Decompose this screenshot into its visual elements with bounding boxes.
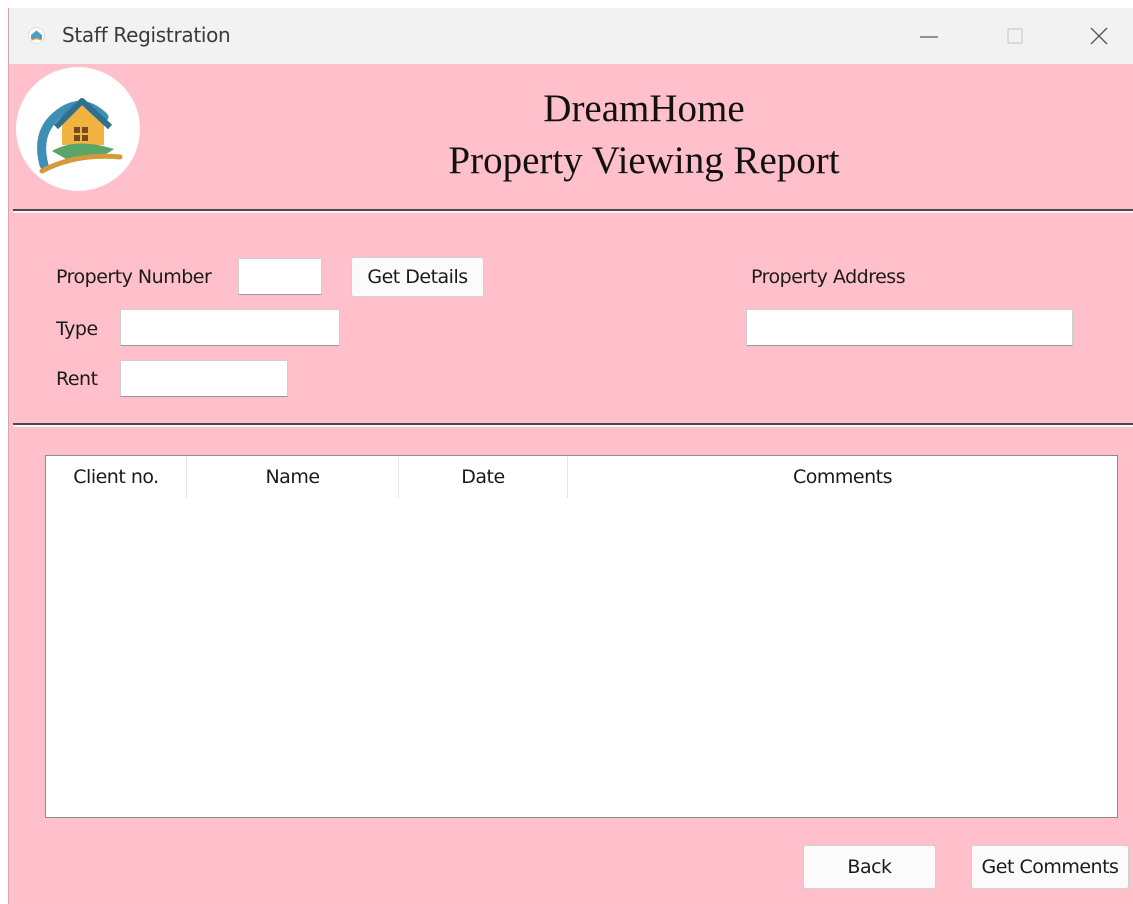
dreamhome-app-icon [28,27,45,44]
minimize-button[interactable] [889,8,969,64]
column-header-client-no[interactable]: Client no. [46,456,187,498]
property-address-input[interactable] [746,309,1073,346]
window-title: Staff Registration [62,23,231,47]
close-button[interactable] [1059,8,1133,64]
back-button[interactable]: Back [803,845,936,889]
column-header-comments[interactable]: Comments [568,456,1117,498]
rent-input[interactable] [120,360,288,397]
dreamhome-logo [16,67,140,191]
maximize-button[interactable] [975,8,1055,64]
type-input[interactable] [120,309,340,346]
column-header-date[interactable]: Date [399,456,568,498]
report-title-line1: DreamHome [543,87,745,130]
property-address-label: Property Address [751,266,906,288]
staff-registration-window: Staff Registration DreamHome Property Vi… [8,8,1133,904]
form-divider [13,423,1133,427]
type-label: Type [56,318,98,340]
column-header-name[interactable]: Name [187,456,399,498]
close-icon [1090,27,1108,45]
property-number-input[interactable] [238,258,322,295]
title-bar[interactable]: Staff Registration [9,8,1133,64]
header-divider [13,209,1133,213]
property-number-label: Property Number [56,266,212,288]
get-comments-button[interactable]: Get Comments [971,845,1129,889]
viewing-comments-table[interactable]: Client no. Name Date Comments [45,455,1118,818]
rent-label: Rent [56,368,98,390]
minimize-icon [920,36,938,38]
table-header: Client no. Name Date Comments [46,456,1115,498]
report-title-line2: Property Viewing Report [448,139,840,182]
maximize-icon [1007,28,1023,44]
house-logo-icon [37,98,123,174]
get-details-button[interactable]: Get Details [351,257,484,297]
